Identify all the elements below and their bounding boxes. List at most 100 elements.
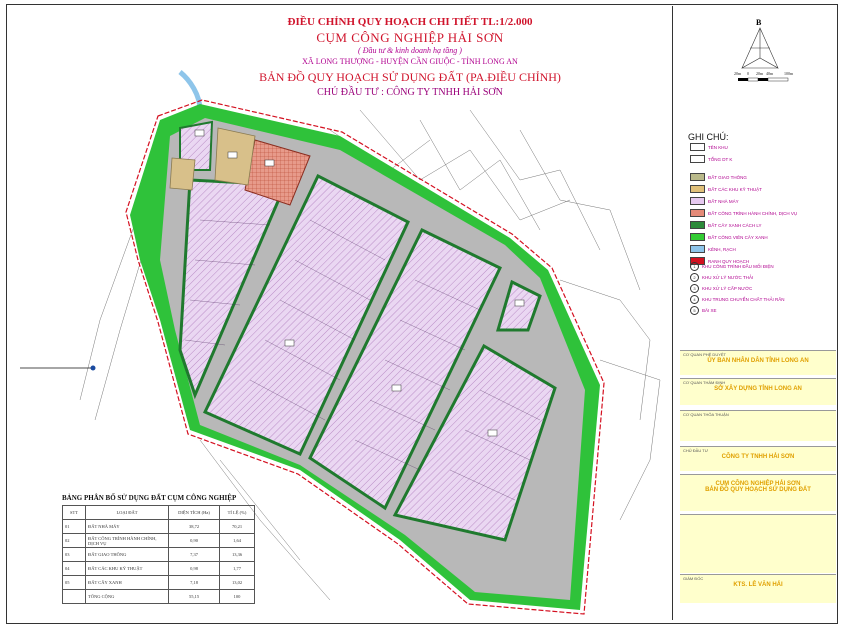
table-cell: ĐẤT GIAO THÔNG — [85, 547, 169, 562]
legend-swatch — [690, 245, 705, 253]
legend-swatch — [690, 173, 705, 181]
table-cell: 0,90 — [168, 533, 220, 548]
table-row: 01 ĐẤT NHÀ MÁY 38,72 70,21 — [62, 519, 255, 534]
utility-item: 2 KHU XỬ LÝ NƯỚC THẢI — [690, 273, 753, 282]
block-label-icon — [690, 143, 705, 151]
approve-label: CƠ QUAN PHÊ DUYỆT — [683, 352, 726, 357]
table-cell: 02 — [62, 533, 86, 548]
utility-text: KHU CÔNG TRÌNH ĐẦU MỐI ĐIỆN — [702, 264, 774, 269]
utility-number: 4 — [690, 295, 699, 304]
legend-text: ĐẤT CÂY XANH CÁCH LY — [708, 222, 762, 228]
legend-text: TÊN KHU — [708, 144, 728, 150]
utility-number: 1 — [690, 262, 699, 271]
table-header: DIỆN TÍCH (Ha) — [168, 505, 220, 520]
approval-block: CƠ QUAN PHÊ DUYỆT ỦY BAN NHÂN DÂN TỈNH L… — [680, 350, 836, 375]
table-cell: ĐẤT CÂY XANH — [85, 575, 169, 590]
table-cell: TỔNG CỘNG — [85, 589, 169, 604]
legend-text: KÊNH, RẠCH — [708, 246, 736, 252]
owner-block: CHỦ ĐẦU TƯ CÔNG TY TNHH HẢI SƠN — [680, 446, 836, 471]
utility-number: 2 — [690, 273, 699, 282]
table-header: STT — [62, 505, 86, 520]
legend-block-label: TÊN KHU — [690, 142, 728, 152]
table-header: LOẠI ĐẤT — [85, 505, 169, 520]
legend-swatch — [690, 233, 705, 241]
table-cell — [62, 589, 86, 604]
legend-text: ĐẤT CÁC KHU KỸ THUẬT — [708, 186, 762, 192]
table-cell: 04 — [62, 561, 86, 576]
table-header-row: STT LOẠI ĐẤT DIỆN TÍCH (Ha) TỈ LỆ (%) — [62, 505, 255, 520]
utility-number: 5 — [690, 306, 699, 315]
table-header: TỈ LỆ (%) — [219, 505, 255, 520]
legend-title: GHI CHÚ: — [688, 132, 729, 142]
legend-item: KÊNH, RẠCH — [690, 244, 736, 254]
table-cell: 13,02 — [219, 575, 255, 590]
land-use-table-title: BẢNG PHÂN BỔ SỬ DỤNG ĐẤT CỤM CÔNG NGHIỆP — [62, 494, 237, 502]
table-cell: ĐẤT CÔNG TRÌNH HÀNH CHÍNH, DỊCH VỤ — [85, 533, 169, 548]
table-cell: 100 — [219, 589, 255, 604]
utility-text: BÃI XE — [702, 308, 717, 313]
table-cell: 1,64 — [219, 533, 255, 548]
table-cell: 03 — [62, 547, 86, 562]
legend-swatch — [690, 185, 705, 193]
table-cell: 7,18 — [168, 575, 220, 590]
legend-item: ĐẤT CÁC KHU KỸ THUẬT — [690, 184, 762, 194]
utility-item: 3 KHU XỬ LÝ CẤP NƯỚC — [690, 284, 752, 293]
director-block: GIÁM ĐỐC KTS. LÊ VĂN HẢI — [680, 574, 836, 603]
legend-item: ĐẤT CÔNG VIÊN CÂY XANH — [690, 232, 768, 242]
land-use-table: STT LOẠI ĐẤT DIỆN TÍCH (Ha) TỈ LỆ (%) 01… — [62, 505, 255, 604]
legend-item: ĐẤT CÔNG TRÌNH HÀNH CHÍNH, DỊCH VỤ — [690, 208, 797, 218]
table-row: 04 ĐẤT CÁC KHU KỸ THUẬT 0,98 1,77 — [62, 561, 255, 576]
utility-item: 1 KHU CÔNG TRÌNH ĐẦU MỐI ĐIỆN — [690, 262, 774, 271]
consult-block: CƠ QUAN THỎA THUẬN — [680, 410, 836, 441]
appraise-label: CƠ QUAN THẨM ĐỊNH — [683, 380, 726, 385]
table-cell: 0,98 — [168, 561, 220, 576]
utility-text: KHU XỬ LÝ CẤP NƯỚC — [702, 286, 753, 291]
drawing-name: BẢN ĐỒ QUY HOẠCH SỬ DỤNG ĐẤT — [705, 487, 811, 493]
consult-label: CƠ QUAN THỎA THUẬN — [683, 412, 729, 417]
approve-agency: ỦY BAN NHÂN DÂN TỈNH LONG AN — [707, 358, 809, 364]
area-label-icon — [690, 155, 705, 163]
table-row: 05 ĐẤT CÂY XANH 7,18 13,02 — [62, 575, 255, 590]
legend-item: ĐẤT GIAO THÔNG — [690, 172, 747, 182]
entry-marker — [90, 365, 96, 371]
table-cell: 70,21 — [219, 519, 255, 534]
appraise-agency: SỞ XÂY DỰNG TỈNH LONG AN — [714, 386, 802, 392]
utility-item: 5 BÃI XE — [690, 306, 717, 315]
utility-item: 4 KHU TRUNG CHUYỂN CHẤT THẢI RẮN — [690, 295, 785, 304]
table-cell: 01 — [62, 519, 86, 534]
owner-label: CHỦ ĐẦU TƯ — [683, 448, 709, 453]
director-name: KTS. LÊ VĂN HẢI — [733, 582, 783, 588]
table-cell: 1,77 — [219, 561, 255, 576]
legend-item: ĐẤT NHÀ MÁY — [690, 196, 739, 206]
legend-text: ĐẤT CÔNG VIÊN CÂY XANH — [708, 234, 768, 240]
table-cell: 7,37 — [168, 547, 220, 562]
legend-swatch — [690, 221, 705, 229]
legend-text: TỔNG DT K — [708, 156, 733, 162]
table-cell: 05 — [62, 575, 86, 590]
table-cell: ĐẤT CÁC KHU KỸ THUẬT — [85, 561, 169, 576]
legend-swatch — [690, 197, 705, 205]
table-cell: 55,15 — [168, 589, 220, 604]
canal — [178, 70, 203, 111]
legend-swatch — [690, 209, 705, 217]
table-cell: 38,72 — [168, 519, 220, 534]
owner-name: CÔNG TY TNHH HẢI SƠN — [721, 454, 795, 460]
signature-block — [680, 514, 836, 573]
legend-area-label: TỔNG DT K — [690, 154, 732, 164]
technical-zone-2 — [169, 157, 196, 191]
table-cell: ĐẤT NHÀ MÁY — [85, 519, 169, 534]
project-block: CỤM CÔNG NGHIỆP HẢI SƠN BẢN ĐỒ QUY HOẠCH… — [680, 474, 836, 511]
table-row: 03 ĐẤT GIAO THÔNG 7,37 13,36 — [62, 547, 255, 562]
table-cell: 13,36 — [219, 547, 255, 562]
legend-text: ĐẤT CÔNG TRÌNH HÀNH CHÍNH, DỊCH VỤ — [708, 210, 798, 216]
legend-text: ĐẤT NHÀ MÁY — [708, 198, 739, 204]
legend-item: ĐẤT CÂY XANH CÁCH LY — [690, 220, 762, 230]
table-row: TỔNG CỘNG 55,15 100 — [62, 589, 255, 604]
appraisal-block: CƠ QUAN THẨM ĐỊNH SỞ XÂY DỰNG TỈNH LONG … — [680, 378, 836, 405]
director-label: GIÁM ĐỐC — [683, 576, 704, 581]
utility-text: KHU TRUNG CHUYỂN CHẤT THẢI RẮN — [702, 297, 785, 302]
legend-text: ĐẤT GIAO THÔNG — [708, 174, 747, 180]
utility-number: 3 — [690, 284, 699, 293]
utility-text: KHU XỬ LÝ NƯỚC THẢI — [702, 275, 754, 280]
table-row: 02 ĐẤT CÔNG TRÌNH HÀNH CHÍNH, DỊCH VỤ 0,90… — [62, 533, 255, 548]
